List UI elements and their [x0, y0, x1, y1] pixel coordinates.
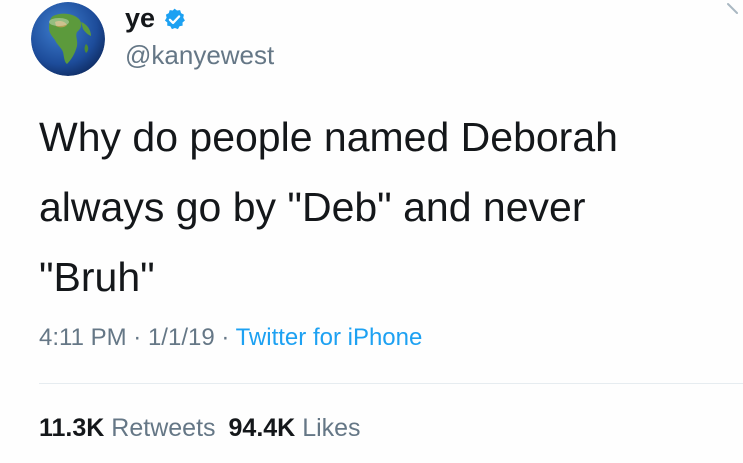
avatar[interactable] [31, 2, 105, 76]
retweets-count: 11.3K [39, 414, 105, 442]
retweets-label: Retweets [111, 414, 216, 442]
divider [39, 383, 743, 384]
user-handle[interactable]: @kanyewest [125, 40, 274, 70]
likes-label: Likes [302, 414, 361, 442]
tweet-time[interactable]: 4:11 PM [39, 324, 127, 351]
likes-count: 94.4K [228, 414, 296, 442]
retweets-stat[interactable]: 11.3K Retweets [39, 414, 216, 442]
verified-badge-icon [164, 8, 185, 29]
globe-avatar-icon [31, 2, 105, 76]
tweet-text: Why do people named Deborah always go by… [39, 114, 618, 300]
display-name[interactable]: ye [125, 3, 155, 33]
tweet-date[interactable]: 1/1/19 [148, 324, 215, 351]
tweet-source-link[interactable]: Twitter for iPhone [236, 324, 423, 351]
tweet-card: ye @kanyewest Why do people named Debora… [0, 0, 743, 463]
tweet-stats: 11.3K Retweets 94.4K Likes [39, 411, 361, 445]
display-name-row: ye [125, 3, 274, 33]
tweet-meta: 4:11 PM · 1/1/19 · Twitter for iPhone [39, 321, 422, 355]
meta-separator: · [133, 324, 142, 351]
likes-stat[interactable]: 94.4K Likes [229, 414, 361, 442]
meta-separator: · [221, 324, 230, 351]
chevron-down-icon[interactable] [727, 2, 739, 24]
tweet-header: ye @kanyewest [31, 2, 274, 76]
author-names: ye @kanyewest [125, 3, 274, 70]
